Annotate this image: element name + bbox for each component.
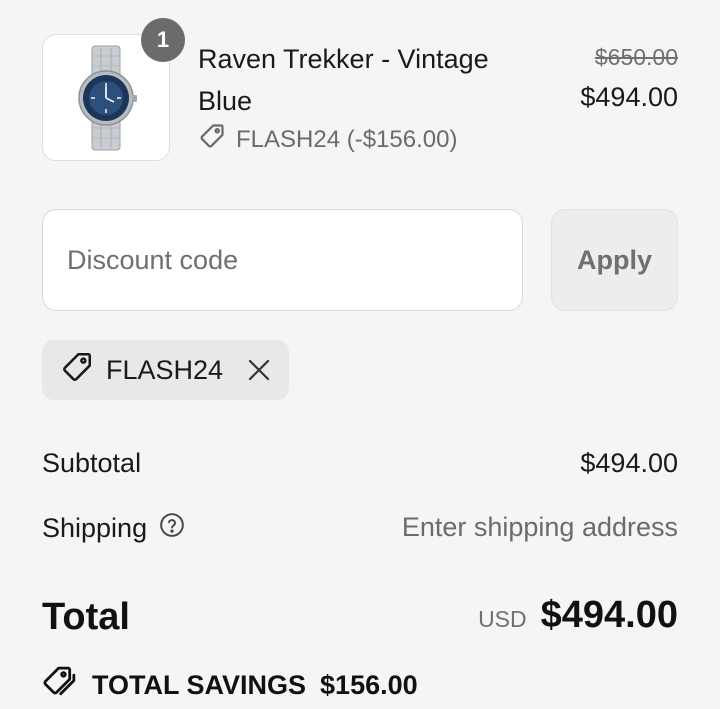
apply-button[interactable]: Apply	[551, 209, 678, 311]
question-circle-icon[interactable]	[159, 512, 185, 545]
original-price: $650.00	[594, 44, 678, 70]
watch-icon	[78, 45, 137, 150]
close-icon[interactable]	[247, 358, 271, 382]
savings-label: TOTAL SAVINGS	[92, 670, 307, 700]
subtotal-value: $494.00	[580, 448, 678, 478]
applied-discount-chip: FLASH24	[42, 340, 290, 400]
order-summary: 1 Raven Trekker - Vintage Blue FLASH24 (…	[0, 0, 720, 709]
quantity-badge: 1	[141, 18, 185, 62]
tags-icon	[42, 664, 78, 707]
total-value: $494.00	[540, 594, 678, 636]
line-item-discount: FLASH24 (-$156.00)	[198, 122, 457, 157]
shipping-value: Enter shipping address	[401, 512, 678, 542]
product-name: Raven Trekker - Vintage Blue	[198, 44, 489, 116]
shipping-label-group: Shipping	[42, 512, 185, 545]
total-amount: USD $494.00	[478, 594, 678, 637]
shipping-label: Shipping	[42, 513, 148, 543]
discount-code-input[interactable]	[42, 209, 523, 311]
subtotal-label: Subtotal	[42, 448, 142, 478]
tag-icon	[60, 350, 94, 391]
line-item-discount-text: FLASH24 (-$156.00)	[236, 125, 458, 153]
savings-value: $156.00	[320, 670, 418, 700]
applied-discount-code: FLASH24	[106, 354, 224, 385]
total-savings: TOTAL SAVINGS $156.00	[42, 664, 418, 707]
total-label: Total	[42, 596, 130, 638]
product-thumbnail: 1	[42, 18, 185, 161]
tag-icon	[198, 122, 226, 157]
current-price: $494.00	[580, 82, 678, 112]
currency-code: USD	[478, 606, 527, 632]
